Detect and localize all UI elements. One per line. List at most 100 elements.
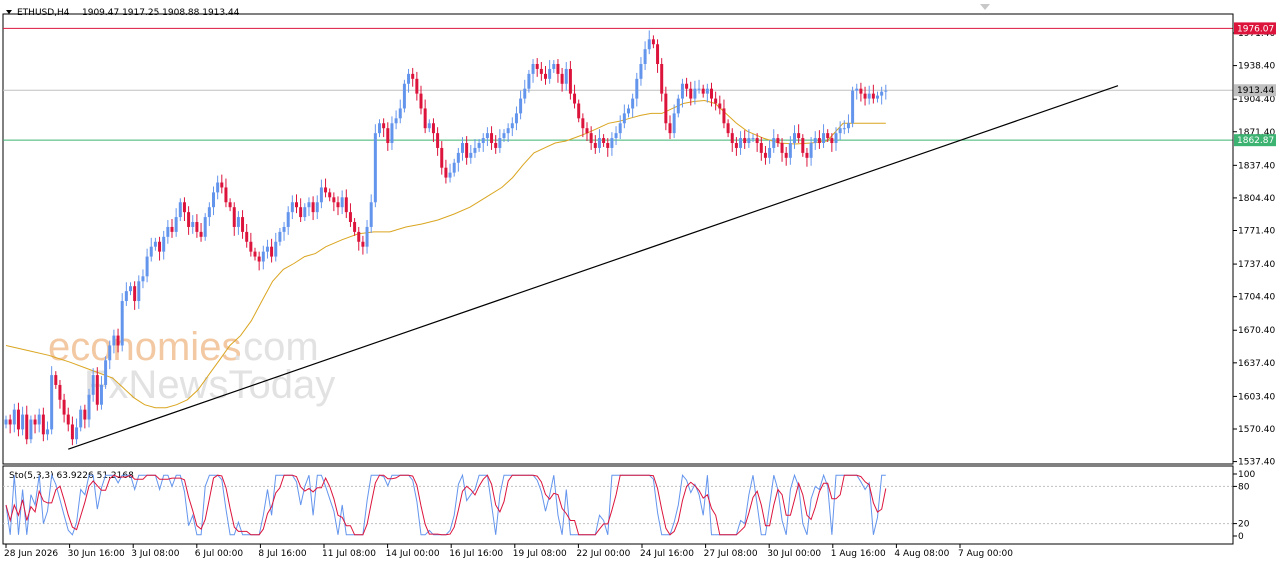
time-tick-label: 28 Jun 2026 — [4, 549, 58, 559]
candle-body — [390, 123, 394, 144]
candle-body — [635, 78, 639, 99]
candle-body — [431, 123, 435, 134]
candle-body — [581, 118, 585, 129]
candle-body — [166, 226, 170, 237]
stochastic-tick-label: 0 — [1238, 532, 1244, 542]
time-tick-label: 30 Jun 16:00 — [68, 549, 125, 559]
candle-body — [556, 64, 560, 74]
candle-body — [722, 108, 726, 124]
current-price-label: 1913.44 — [1237, 86, 1274, 96]
time-tick-label: 14 Jul 00:00 — [386, 549, 440, 559]
candle-body — [58, 384, 62, 400]
candle-body — [265, 246, 269, 252]
time-tick-label: 27 Jul 08:00 — [704, 549, 758, 559]
candle-body — [444, 167, 448, 178]
candle-body — [490, 133, 494, 144]
time-axis: 28 Jun 2026 30 Jun 16:00 3 Jul 08:00 6 Jul … — [4, 544, 1013, 559]
candle-body — [75, 427, 79, 440]
candle-body — [851, 90, 855, 124]
candle-body — [212, 192, 215, 208]
candle-body — [801, 138, 805, 153]
candle-body — [809, 143, 813, 158]
candle-body — [70, 424, 74, 440]
candle-body — [319, 187, 323, 203]
candle-body — [149, 246, 153, 257]
candle-body — [880, 91, 884, 96]
time-tick-label: 22 Jul 00:00 — [576, 549, 630, 559]
candle-body — [618, 123, 622, 134]
candle-body — [141, 276, 145, 282]
candle-body — [274, 241, 278, 257]
candle-body — [846, 123, 850, 129]
candle-body — [884, 90, 888, 92]
candle-body — [373, 133, 377, 203]
candle-body — [577, 103, 581, 119]
candle-body — [241, 217, 245, 232]
candle-body — [41, 414, 45, 435]
candle-body — [465, 143, 469, 158]
candle-body — [855, 88, 859, 91]
price-tick-label: 1603.40 — [1238, 392, 1275, 402]
stochastic-tick-label: 80 — [1238, 482, 1250, 492]
candle-body — [83, 409, 87, 420]
candle-body — [660, 64, 664, 94]
price-tick-label: 1804.40 — [1238, 194, 1275, 204]
candle-body — [315, 202, 319, 213]
candle-body — [427, 123, 431, 129]
candle-body — [456, 152, 460, 163]
candle-body — [398, 108, 402, 119]
price-tick-label: 1737.40 — [1238, 260, 1275, 270]
candle-body — [145, 256, 149, 277]
candle-body — [79, 409, 83, 428]
candle-body — [477, 143, 481, 148]
candle-body — [191, 222, 195, 227]
candle-body — [133, 286, 137, 302]
stochastic-axis: 100 80 20 0 — [1232, 466, 1255, 544]
candle-body — [348, 212, 352, 223]
price-tick-label: 1637.40 — [1238, 359, 1275, 369]
candle-body — [29, 419, 33, 440]
candle-body — [357, 231, 361, 242]
candle-body — [461, 143, 464, 153]
candle-body — [514, 113, 518, 124]
dropdown-arrow-icon[interactable] — [6, 10, 12, 14]
time-tick-label: 11 Jul 08:00 — [322, 549, 376, 559]
candle-body — [295, 202, 298, 208]
support-price-label: 1862.87 — [1237, 136, 1274, 146]
candle-body — [112, 335, 116, 346]
candle-body — [813, 138, 817, 144]
candle-body — [104, 360, 108, 385]
candle-body — [25, 414, 29, 440]
candle-body — [863, 93, 867, 99]
candle-body — [12, 409, 16, 425]
candle-body — [46, 429, 49, 435]
price-tick-label: 1837.40 — [1238, 161, 1275, 171]
candle-body — [859, 88, 863, 94]
price-tick-label: 1904.40 — [1238, 95, 1275, 105]
candle-body — [153, 241, 157, 247]
candle-body — [838, 128, 842, 134]
candle-body — [502, 133, 506, 139]
candle-body — [324, 187, 328, 193]
candle-body — [37, 414, 41, 425]
candle-body — [743, 138, 747, 144]
candle-body — [253, 251, 257, 257]
price-tick-label: 1938.40 — [1238, 62, 1275, 72]
candle-body — [116, 335, 120, 346]
time-tick-label: 16 Jul 16:00 — [449, 549, 503, 559]
candle-body — [622, 113, 626, 124]
candle-body — [99, 384, 103, 405]
time-tick-label: 24 Jul 16:00 — [640, 549, 694, 559]
candle-body — [822, 133, 826, 144]
candle-body — [62, 399, 66, 415]
candle-body — [788, 143, 792, 158]
price-tick-label: 1570.40 — [1238, 425, 1275, 435]
symbol-label: ETHUSD,H4 — [17, 8, 70, 18]
candle-body — [282, 226, 286, 232]
time-tick-label: 6 Jul 00:00 — [195, 549, 244, 559]
candle-body — [311, 202, 315, 213]
candle-body — [66, 414, 70, 425]
eth-usd-chart[interactable]: economies .com FxNewsToday ETHUSD,H4 190… — [0, 0, 1280, 567]
candle-body — [568, 68, 572, 94]
candle-body — [531, 64, 535, 74]
